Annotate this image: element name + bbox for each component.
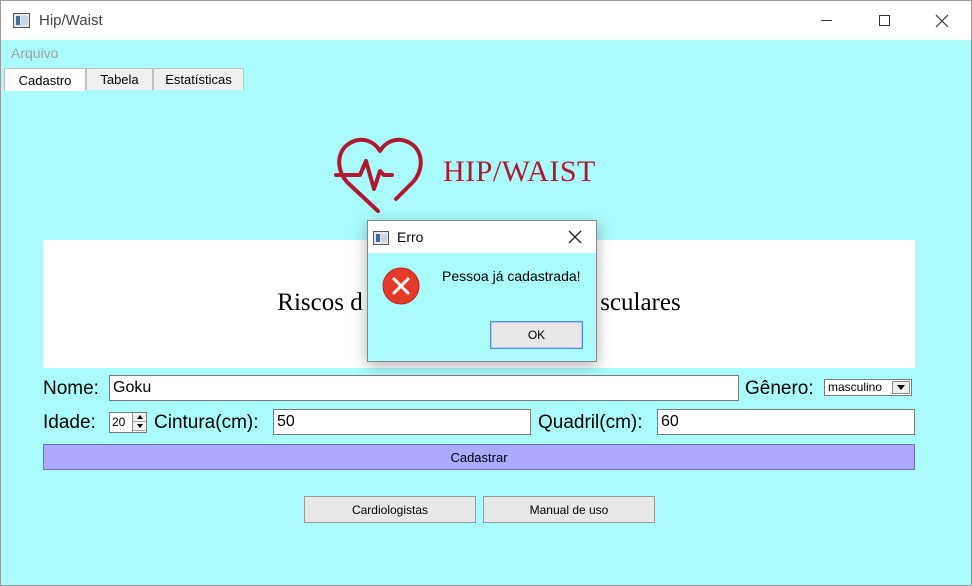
menu-arquivo[interactable]: Arquivo <box>11 45 58 61</box>
maximize-icon <box>878 15 890 26</box>
close-button[interactable] <box>913 1 971 40</box>
error-dialog: Erro Pessoa já cadastrada! OK <box>367 220 597 362</box>
window-title: Hip/Waist <box>39 12 103 29</box>
main-window: Hip/Waist Arquivo Cadastro Tabela Estatí… <box>0 0 972 586</box>
nome-label: Nome: <box>43 378 99 399</box>
title-bar: Hip/Waist <box>1 1 971 40</box>
dialog-close-button[interactable] <box>558 225 592 249</box>
close-icon <box>935 14 949 27</box>
chevron-down-icon[interactable] <box>892 381 910 394</box>
menu-bar: Arquivo <box>1 40 971 66</box>
manual-button[interactable]: Manual de uso <box>483 496 655 523</box>
ok-button[interactable]: OK <box>490 321 583 349</box>
dialog-app-icon <box>373 231 389 245</box>
tab-estatisticas[interactable]: Estatísticas <box>153 68 244 90</box>
spin-up-icon[interactable] <box>133 413 146 422</box>
quadril-input[interactable]: 60 <box>657 409 915 435</box>
cintura-label: Cintura(cm): <box>154 412 259 433</box>
tab-bar: Cadastro Tabela Estatísticas <box>4 68 244 91</box>
genero-label: Gênero: <box>745 378 814 399</box>
tab-cadastro[interactable]: Cadastro <box>4 68 86 91</box>
minimize-button[interactable] <box>797 1 855 40</box>
close-icon <box>568 230 582 244</box>
minimize-icon <box>820 20 832 21</box>
dialog-title: Erro <box>397 229 424 245</box>
genero-select[interactable]: masculino <box>824 379 912 396</box>
genero-select-value: masculino <box>828 380 883 394</box>
idade-value: 20 <box>112 415 126 429</box>
error-icon <box>382 267 420 305</box>
idade-label: Idade: <box>43 412 96 433</box>
cardiologistas-button[interactable]: Cardiologistas <box>304 496 476 523</box>
idade-spinbox[interactable]: 20 <box>109 412 147 433</box>
cintura-input[interactable]: 50 <box>273 409 531 435</box>
quadril-label: Quadril(cm): <box>538 412 643 433</box>
cadastrar-button[interactable]: Cadastrar <box>43 444 915 470</box>
maximize-button[interactable] <box>855 1 913 40</box>
tab-tabela[interactable]: Tabela <box>86 68 153 90</box>
app-icon <box>13 13 30 28</box>
dialog-title-bar: Erro <box>368 221 596 253</box>
logo-text: HIP/WAIST <box>443 155 596 188</box>
spin-buttons <box>132 413 146 432</box>
nome-input[interactable]: Goku <box>109 375 739 401</box>
heart-pulse-icon <box>334 137 423 213</box>
spin-down-icon[interactable] <box>133 422 146 431</box>
dialog-message: Pessoa já cadastrada! <box>442 268 581 284</box>
